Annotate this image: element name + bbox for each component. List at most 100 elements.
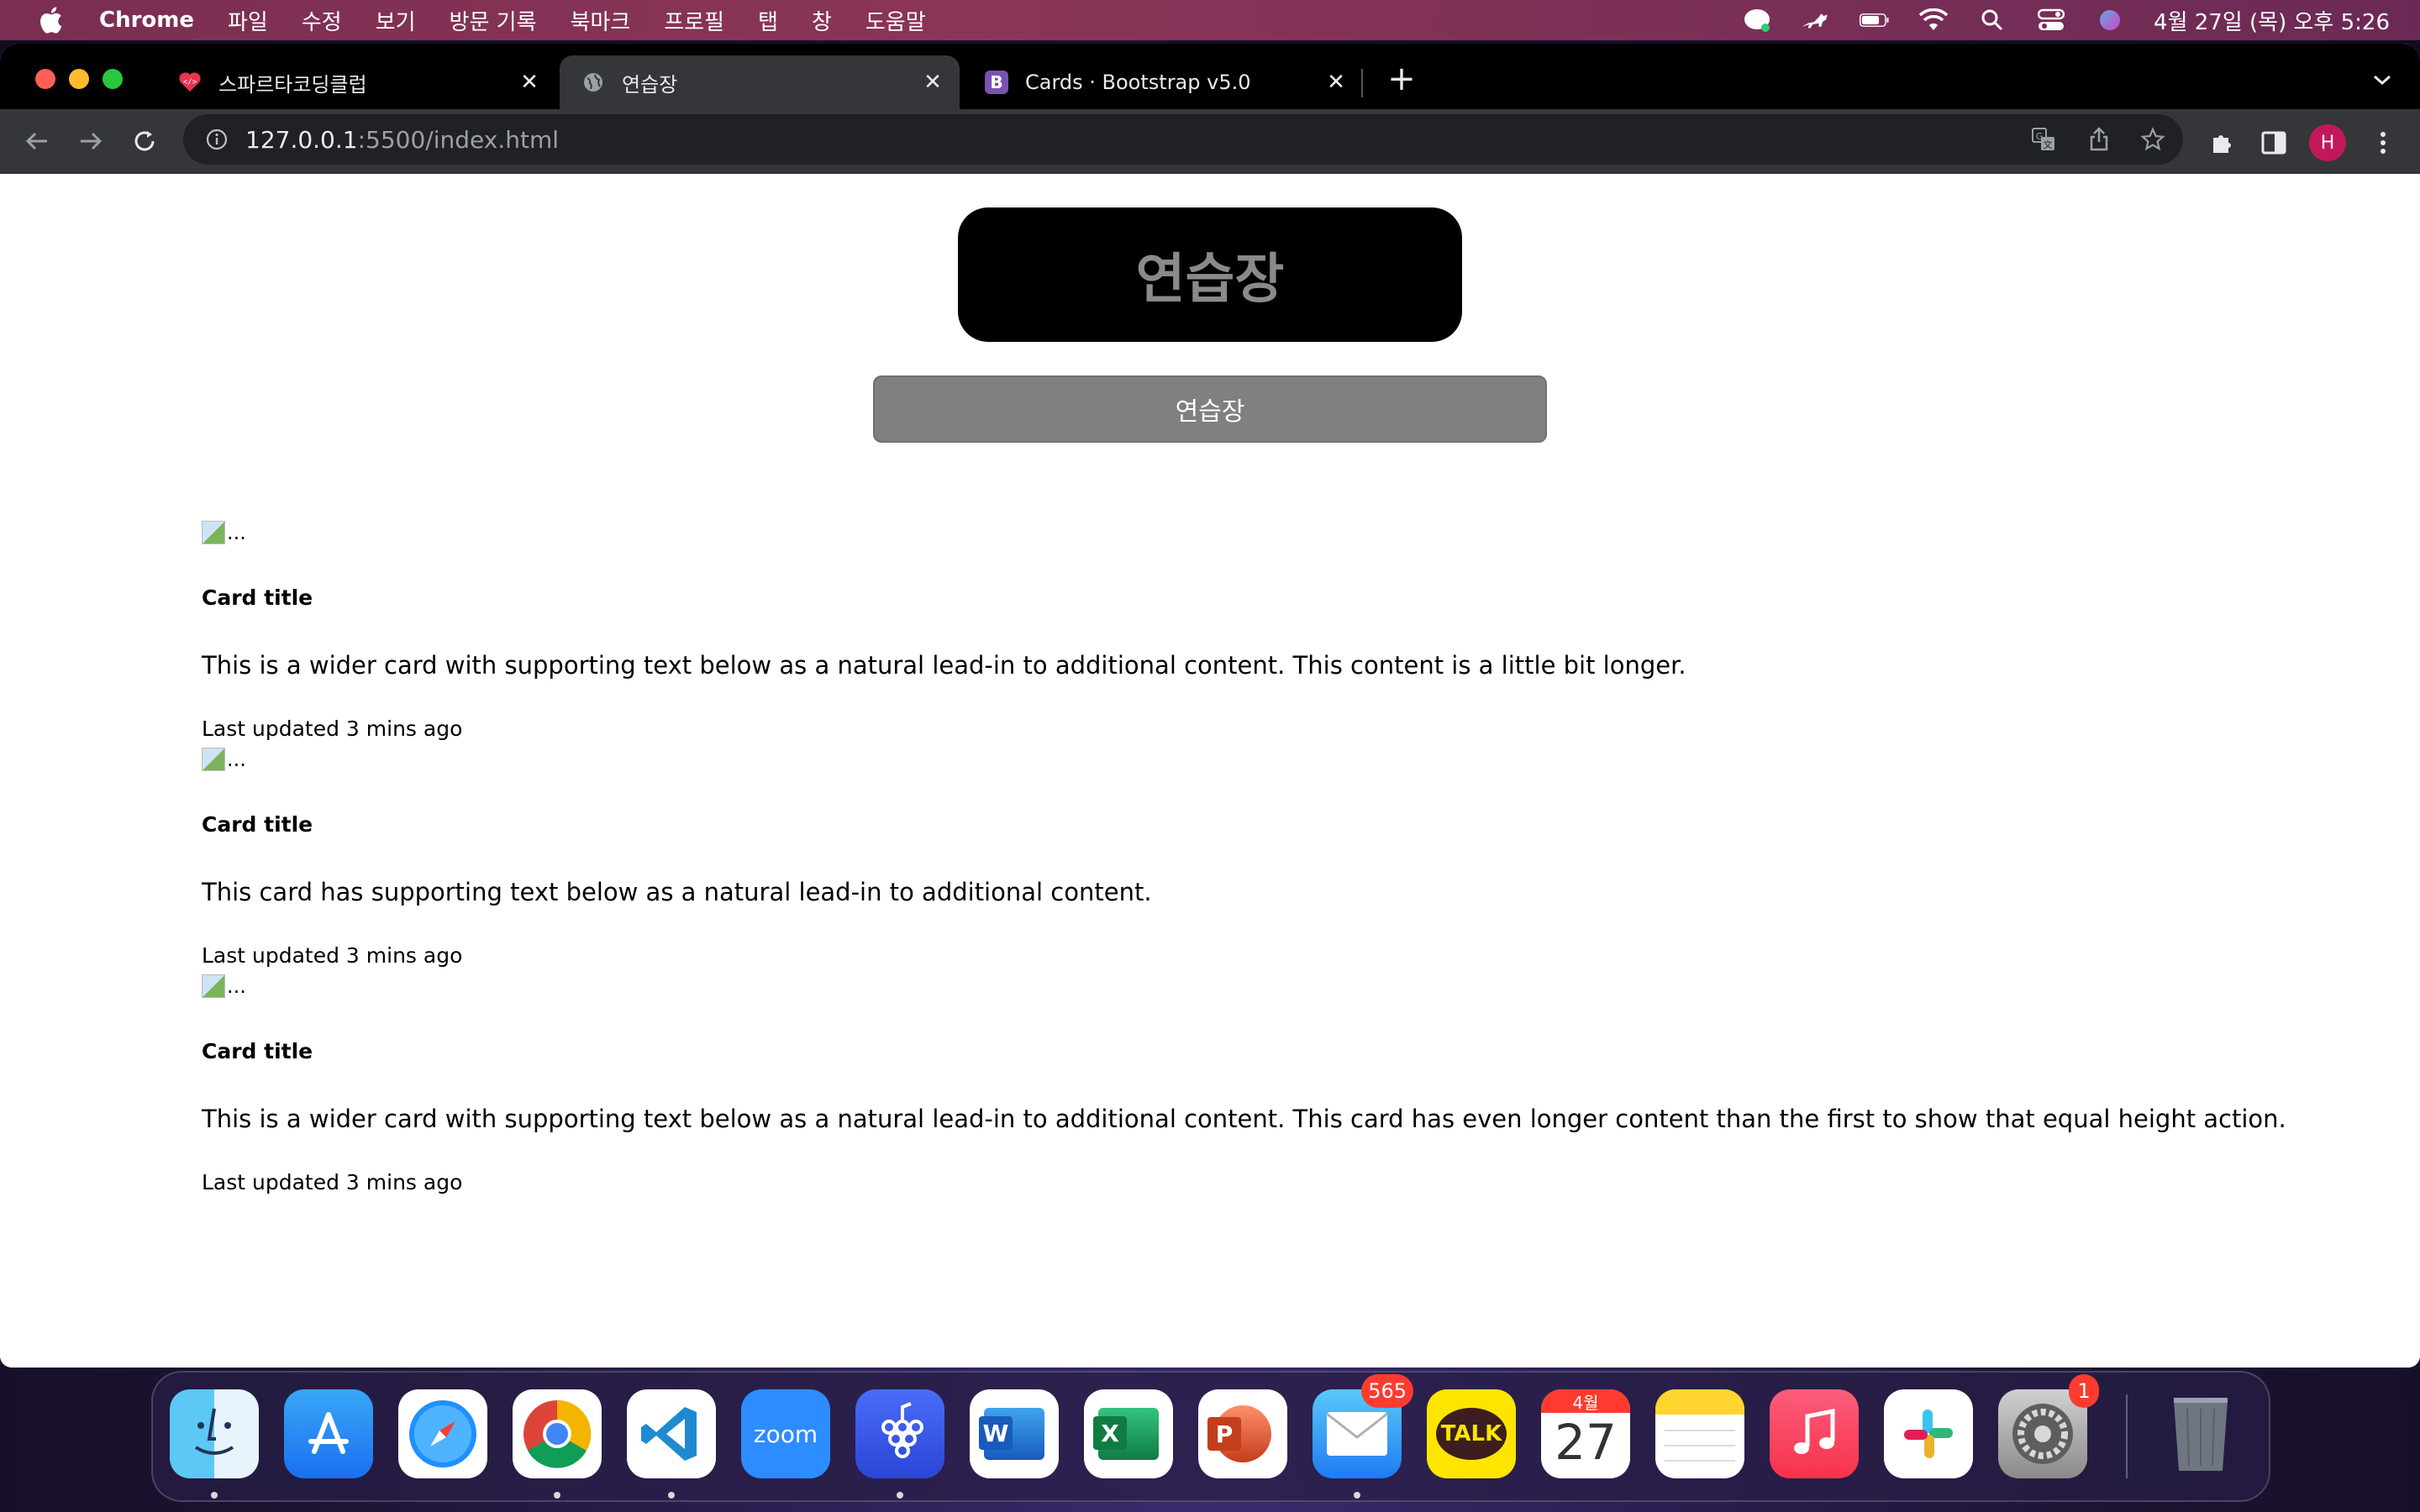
side-panel-icon[interactable] bbox=[2254, 123, 2294, 163]
broken-image-icon bbox=[202, 748, 225, 771]
music-icon[interactable] bbox=[1770, 1389, 1859, 1478]
running-indicator bbox=[211, 1492, 218, 1499]
heart-code-icon: </> bbox=[178, 71, 202, 94]
web-page: 연습장 연습장 ... Card title This is a wider c… bbox=[0, 174, 2420, 1368]
share-icon[interactable] bbox=[2086, 126, 2112, 153]
kakaotalk-status-icon[interactable] bbox=[1742, 8, 1772, 33]
tab-title: Cards · Bootstrap v5.0 bbox=[1025, 71, 1251, 94]
settings-icon[interactable]: 1 bbox=[1998, 1374, 2099, 1478]
menu-bar: Chrome 파일 수정 보기 방문 기록 북마크 프로필 탭 창 도움말 4월… bbox=[0, 0, 2420, 40]
svg-text:</>: </> bbox=[183, 78, 197, 87]
tab-practice[interactable]: 연습장 ✕ bbox=[560, 55, 960, 109]
running-indicator bbox=[1354, 1492, 1360, 1499]
excel-icon[interactable]: X bbox=[1084, 1389, 1173, 1478]
menu-bookmarks[interactable]: 북마크 bbox=[571, 5, 631, 36]
notes-icon[interactable] bbox=[1655, 1389, 1744, 1478]
profile-avatar[interactable]: H bbox=[2309, 124, 2346, 161]
app-name[interactable]: Chrome bbox=[99, 8, 194, 33]
kakaotalk-label: TALK bbox=[1436, 1408, 1507, 1460]
menu-file[interactable]: 파일 bbox=[228, 5, 268, 36]
svg-text:文: 文 bbox=[2044, 139, 2053, 150]
app-store-icon[interactable] bbox=[284, 1389, 373, 1478]
chrome-icon[interactable] bbox=[513, 1389, 602, 1478]
extensions-puzzle-icon[interactable] bbox=[2202, 123, 2242, 163]
globe-icon bbox=[581, 71, 605, 94]
maximize-window-button[interactable] bbox=[103, 69, 123, 89]
card-updated: Last updated 3 mins ago bbox=[202, 943, 463, 968]
new-tab-icon[interactable]: + bbox=[1386, 60, 1417, 98]
address-bar[interactable]: 127.0.0.1:5500/index.html G文 bbox=[183, 114, 2183, 165]
card-image: ... bbox=[202, 974, 2353, 999]
back-icon[interactable] bbox=[17, 121, 57, 161]
url-host: 127.0.0.1 bbox=[245, 125, 358, 154]
calendar-icon[interactable]: 4월 27 bbox=[1541, 1389, 1630, 1478]
minimize-window-button[interactable] bbox=[69, 69, 89, 89]
siri-icon[interactable] bbox=[2095, 8, 2125, 33]
tab-title: 연습장 bbox=[622, 72, 678, 97]
menu-profiles[interactable]: 프로필 bbox=[664, 5, 724, 36]
card-title: Card title bbox=[202, 1039, 313, 1063]
card-image-alt: ... bbox=[227, 521, 246, 544]
menu-edit[interactable]: 수정 bbox=[302, 5, 342, 36]
dock: zoom W X P 565 TALK 4월 27 1 bbox=[151, 1371, 2270, 1502]
tab-bootstrap-cards[interactable]: B Cards · Bootstrap v5.0 ✕ bbox=[963, 55, 1363, 109]
broken-image-icon bbox=[202, 974, 225, 998]
menu-tab[interactable]: 탭 bbox=[758, 5, 778, 36]
tab-sparta[interactable]: </> 스파르타코딩클럽 ✕ bbox=[156, 55, 556, 109]
card-title: Card title bbox=[202, 812, 313, 837]
running-indicator bbox=[668, 1492, 675, 1499]
mail-icon[interactable]: 565 bbox=[1313, 1374, 1413, 1478]
wifi-icon[interactable] bbox=[1918, 8, 1949, 33]
tab-divider bbox=[1361, 69, 1363, 97]
card-text: This is a wider card with supporting tex… bbox=[202, 1105, 2286, 1133]
control-center-icon[interactable] bbox=[2036, 8, 2066, 33]
broken-image-icon bbox=[202, 521, 225, 544]
bookmark-star-icon[interactable] bbox=[2139, 126, 2166, 153]
status-area: 4월 27일 (목) 오후 5:26 bbox=[1742, 0, 2390, 40]
spotlight-search-icon[interactable] bbox=[1977, 8, 2007, 33]
close-tab-icon[interactable]: ✕ bbox=[1324, 70, 1348, 95]
hero-title: 연습장 bbox=[958, 207, 1462, 342]
close-tab-icon[interactable]: ✕ bbox=[921, 70, 944, 95]
safari-icon[interactable] bbox=[398, 1389, 487, 1478]
close-tab-icon[interactable]: ✕ bbox=[518, 70, 541, 95]
card-image: ... bbox=[202, 520, 2353, 545]
translate-icon[interactable]: G文 bbox=[2030, 126, 2057, 153]
menu-view[interactable]: 보기 bbox=[376, 5, 416, 36]
close-window-button[interactable] bbox=[35, 69, 55, 89]
powerpoint-icon[interactable]: P bbox=[1198, 1389, 1287, 1478]
vscode-icon[interactable] bbox=[627, 1389, 716, 1478]
card: ... Card title This card has supporting … bbox=[202, 747, 2353, 968]
practice-button[interactable]: 연습장 bbox=[873, 375, 1547, 443]
slack-icon[interactable] bbox=[1884, 1389, 1973, 1478]
zoom-icon[interactable]: zoom bbox=[741, 1389, 830, 1478]
calendar-day: 27 bbox=[1555, 1414, 1617, 1471]
menu-help[interactable]: 도움말 bbox=[865, 5, 926, 36]
more-menu-icon[interactable] bbox=[2363, 123, 2403, 163]
running-indicator bbox=[554, 1492, 560, 1499]
card-image: ... bbox=[202, 747, 2353, 772]
notes-header bbox=[1655, 1389, 1744, 1415]
kakaotalk-icon[interactable]: TALK bbox=[1427, 1389, 1516, 1478]
finder-icon[interactable] bbox=[170, 1389, 259, 1478]
trash-icon[interactable] bbox=[2156, 1389, 2245, 1478]
apple-icon[interactable] bbox=[35, 5, 66, 35]
cat-icon[interactable] bbox=[1801, 8, 1831, 33]
powerpoint-letter: P bbox=[1207, 1417, 1241, 1451]
forward-icon[interactable] bbox=[71, 121, 111, 161]
site-info-icon[interactable] bbox=[200, 129, 234, 150]
card-image-alt: ... bbox=[227, 974, 246, 998]
word-icon[interactable]: W bbox=[970, 1389, 1059, 1478]
reload-icon[interactable] bbox=[124, 121, 165, 161]
menu-window[interactable]: 창 bbox=[812, 5, 832, 36]
card: ... Card title This is a wider card with… bbox=[202, 520, 2353, 741]
battery-icon[interactable] bbox=[1860, 8, 1890, 33]
dock-separator bbox=[2126, 1394, 2128, 1478]
notes-line bbox=[1664, 1445, 1736, 1446]
grape-icon[interactable] bbox=[855, 1389, 944, 1478]
menu-history[interactable]: 방문 기록 bbox=[450, 5, 537, 36]
card-text: This is a wider card with supporting tex… bbox=[202, 651, 1686, 680]
tab-search-chevron-icon[interactable] bbox=[2370, 67, 2395, 92]
chrome-window: </> 스파르타코딩클럽 ✕ 연습장 ✕ B Cards · Bootstrap… bbox=[0, 44, 2420, 1368]
clock[interactable]: 4월 27일 (목) 오후 5:26 bbox=[2154, 5, 2390, 36]
